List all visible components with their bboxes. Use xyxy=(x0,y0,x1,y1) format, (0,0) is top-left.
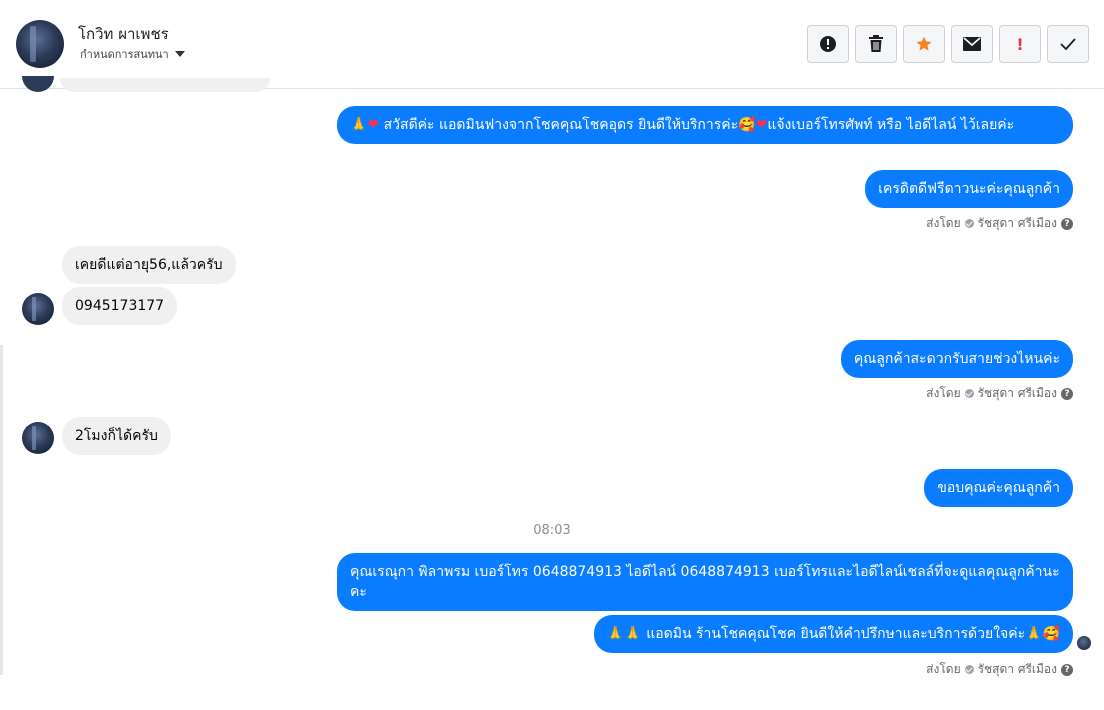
contact-avatar-small[interactable] xyxy=(22,293,54,325)
incoming-message[interactable]: 0945173177 xyxy=(62,287,178,325)
outgoing-message[interactable]: คุณลูกค้าสะดวกรับสายช่วงไหนค่ะ xyxy=(840,340,1073,378)
conversation-header: โกวิท ผาเพชร กำหนดการสนทนา ! xyxy=(0,0,1104,89)
seen-by-avatar xyxy=(1077,636,1091,650)
trash-icon xyxy=(869,35,883,52)
caret-down-icon xyxy=(174,51,185,57)
sender-name[interactable]: รัชสุดา ศรีเมือง xyxy=(978,384,1057,403)
alert-circle-icon xyxy=(820,36,836,52)
message-bubble-partial xyxy=(60,78,270,92)
message-thread[interactable]: 🙏❤ สวัสดีค่ะ แอดมินฟางจากโชคคุณโชคอุดร ย… xyxy=(0,76,1104,710)
mark-unread-button[interactable] xyxy=(807,25,849,63)
check-icon xyxy=(1060,38,1076,50)
heart-emoji: ❤ xyxy=(755,117,768,133)
sent-by-info: ส่งโดย รัชสุดา ศรีเมือง ? xyxy=(926,214,1073,233)
incoming-message[interactable]: เคยดีแต่อายุ56,แล้วครับ xyxy=(62,246,236,284)
help-icon[interactable]: ? xyxy=(1061,663,1073,676)
help-icon[interactable]: ? xyxy=(1061,387,1073,400)
star-icon xyxy=(916,36,932,51)
pray-emoji: 🙏🙏 xyxy=(606,626,642,642)
smiling-face-emoji: 🥰 xyxy=(738,117,756,133)
pray-emoji: 🙏 xyxy=(1025,626,1043,642)
verified-check-icon xyxy=(964,389,974,398)
assign-conversation-dropdown[interactable]: กำหนดการสนทนา xyxy=(80,45,185,63)
contact-avatar[interactable] xyxy=(16,20,64,68)
delete-button[interactable] xyxy=(855,25,897,63)
verified-check-icon xyxy=(964,219,974,228)
sent-by-label: ส่งโดย xyxy=(926,386,961,400)
conversation-toolbar: ! xyxy=(807,25,1089,63)
contact-avatar-partial xyxy=(22,76,54,92)
exclamation-icon: ! xyxy=(1016,34,1024,54)
smiling-face-emoji: 🥰 xyxy=(1042,626,1060,642)
sender-name[interactable]: รัชสุดา ศรีเมือง xyxy=(978,660,1057,679)
sent-by-info: ส่งโดย รัชสุดา ศรีเมือง ? xyxy=(926,660,1073,679)
help-icon[interactable]: ? xyxy=(1061,217,1073,230)
contact-name[interactable]: โกวิท ผาเพชร xyxy=(78,22,169,46)
sent-by-label: ส่งโดย xyxy=(926,662,961,676)
incoming-message[interactable]: 2โมงก็ได้ครับ xyxy=(62,417,171,455)
mark-done-button[interactable] xyxy=(1047,25,1089,63)
outgoing-message[interactable]: คุณเรณุกา พิลาพรม เบอร์โทร 0648874913 ไอ… xyxy=(337,553,1073,611)
message-timestamp: 08:03 xyxy=(533,523,571,538)
message-text: แจ้งเบอร์โทรศัพท์ หรือ ไอดีไลน์ ไว้เลยค่… xyxy=(767,117,1015,133)
message-text: สวัสดีค่ะ แอดมินฟางจากโชคคุณโชคอุดร ยินด… xyxy=(379,117,739,133)
mark-spam-button[interactable]: ! xyxy=(999,25,1041,63)
outgoing-message[interactable]: เครดิตดีฟรีดาวนะค่ะคุณลูกค้า xyxy=(865,170,1073,208)
email-button[interactable] xyxy=(951,25,993,63)
sent-by-label: ส่งโดย xyxy=(926,216,961,230)
verified-check-icon xyxy=(964,665,974,674)
star-button[interactable] xyxy=(903,25,945,63)
assign-conversation-label: กำหนดการสนทนา xyxy=(80,48,169,61)
pray-emoji: 🙏 xyxy=(350,117,368,133)
scroll-edge xyxy=(0,345,3,675)
heart-emoji: ❤ xyxy=(367,117,380,133)
outgoing-message[interactable]: 🙏❤ สวัสดีค่ะ แอดมินฟางจากโชคคุณโชคอุดร ย… xyxy=(337,106,1073,144)
sent-by-info: ส่งโดย รัชสุดา ศรีเมือง ? xyxy=(926,384,1073,403)
message-text: แอดมิน ร้านโชคคุณโชค ยินดีให้คำปรึกษาและ… xyxy=(646,626,1026,642)
outgoing-message[interactable]: 🙏🙏 แอดมิน ร้านโชคคุณโชค ยินดีให้คำปรึกษา… xyxy=(593,615,1073,653)
outgoing-message[interactable]: ขอบคุณค่ะคุณลูกค้า xyxy=(924,469,1073,507)
contact-avatar-small[interactable] xyxy=(22,422,54,454)
sender-name[interactable]: รัชสุดา ศรีเมือง xyxy=(978,214,1057,233)
envelope-icon xyxy=(963,37,981,51)
